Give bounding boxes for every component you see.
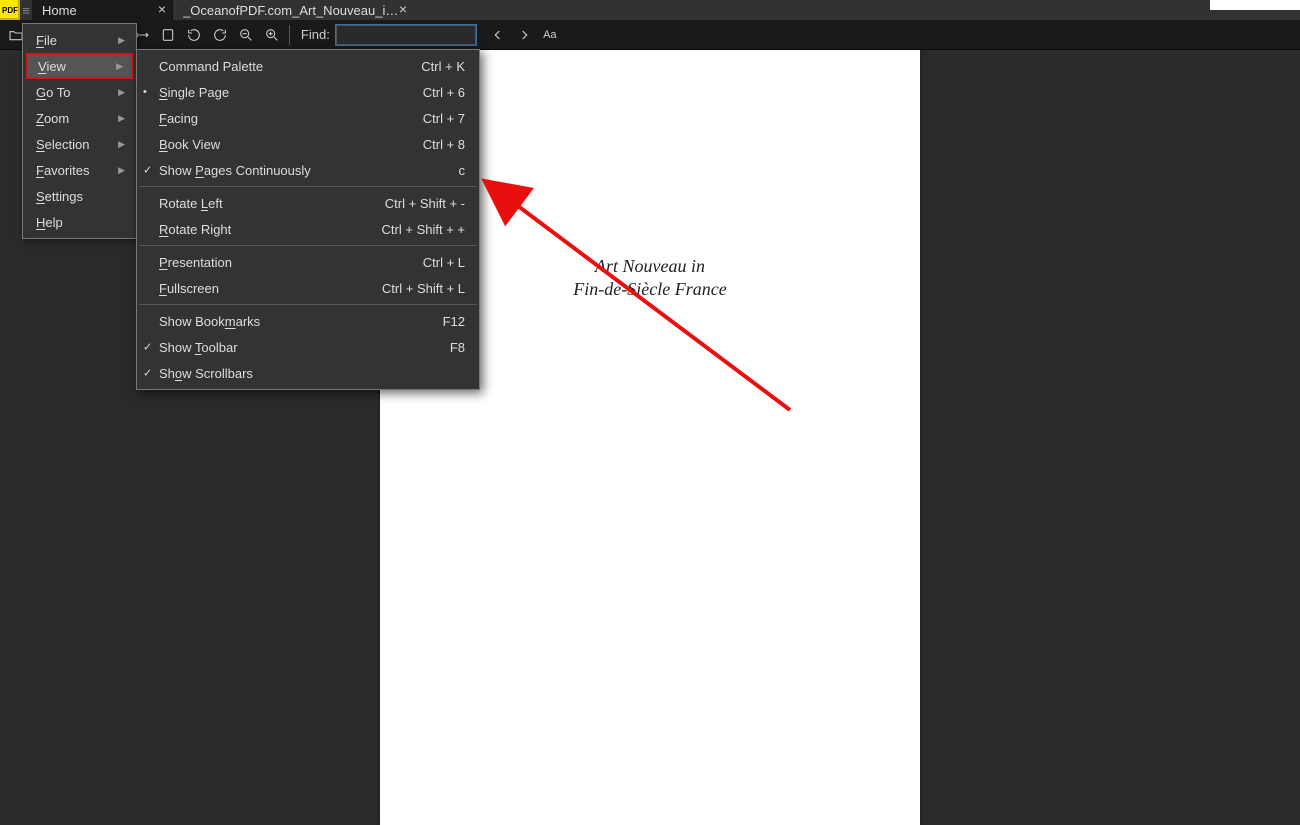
zoom-out-icon[interactable] xyxy=(234,23,258,47)
submenu-rotate-left[interactable]: Rotate Left Ctrl + Shift + - xyxy=(137,190,479,216)
check-icon: ✓ xyxy=(143,341,152,354)
submenu-label: Show Bookmarks xyxy=(159,314,260,329)
menu-separator xyxy=(139,304,477,305)
main-menu-dropdown: File▶View▶Go To▶Zoom▶Selection▶Favorites… xyxy=(22,23,137,239)
submenu-show-pages-continuously[interactable]: ✓ Show Pages Continuously c xyxy=(137,157,479,183)
fit-page-icon[interactable] xyxy=(156,23,180,47)
tab-home[interactable]: Home × xyxy=(32,0,172,20)
submenu-presentation[interactable]: Presentation Ctrl + L xyxy=(137,249,479,275)
tabbar: PDF ≡ Home × _OceanofPDF.com_Art_Nouveau… xyxy=(0,0,1300,20)
submenu-facing[interactable]: Facing Ctrl + 7 xyxy=(137,105,479,131)
submenu-label: Book View xyxy=(159,137,220,152)
menu-go-to[interactable]: Go To ▶ xyxy=(26,79,133,105)
submenu-rotate-right[interactable]: Rotate Right Ctrl + Shift + + xyxy=(137,216,479,242)
submenu-book-view[interactable]: Book View Ctrl + 8 xyxy=(137,131,479,157)
toolbar: / 444 Find: Aa xyxy=(0,20,1300,50)
submenu-show-bookmarks[interactable]: Show Bookmarks F12 xyxy=(137,308,479,334)
menu-file[interactable]: File ▶ xyxy=(26,27,133,53)
chevron-right-icon: ▶ xyxy=(118,113,125,124)
tab-home-label: Home xyxy=(42,3,77,18)
find-prev-icon[interactable] xyxy=(486,23,510,47)
menu-settings[interactable]: Settings xyxy=(26,183,133,209)
shortcut-label: Ctrl + Shift + L xyxy=(382,281,465,296)
submenu-label: Presentation xyxy=(159,255,232,270)
menu-zoom[interactable]: Zoom ▶ xyxy=(26,105,133,131)
chevron-right-icon: ▶ xyxy=(118,139,125,150)
find-input[interactable] xyxy=(336,25,476,45)
zoom-in-icon[interactable] xyxy=(260,23,284,47)
tab-document[interactable]: _OceanofPDF.com_Art_Nouveau_in_Fi… × xyxy=(172,0,413,20)
window-controls-strip xyxy=(1210,0,1300,10)
submenu-label: Rotate Right xyxy=(159,222,231,237)
submenu-label: Show Scrollbars xyxy=(159,366,253,381)
shortcut-label: Ctrl + Shift + - xyxy=(385,196,465,211)
toolbar-divider xyxy=(289,25,290,45)
shortcut-label: Ctrl + K xyxy=(421,59,465,74)
view-submenu: Command Palette Ctrl + K • Single Page Ctrl … xyxy=(136,49,480,390)
submenu-label: Fullscreen xyxy=(159,281,219,296)
shortcut-label: F8 xyxy=(450,340,465,355)
menu-label: Settings xyxy=(36,189,83,204)
shortcut-label: Ctrl + L xyxy=(423,255,465,270)
menu-label: File xyxy=(36,33,57,48)
chevron-right-icon: ▶ xyxy=(118,35,125,46)
submenu-command-palette[interactable]: Command Palette Ctrl + K xyxy=(137,53,479,79)
menu-view[interactable]: View ▶ xyxy=(26,53,133,79)
chevron-right-icon: ▶ xyxy=(118,165,125,176)
menu-label: Help xyxy=(36,215,63,230)
shortcut-label: Ctrl + 8 xyxy=(423,137,465,152)
shortcut-label: Ctrl + 6 xyxy=(423,85,465,100)
rotate-left-icon[interactable] xyxy=(182,23,206,47)
shortcut-label: Ctrl + 7 xyxy=(423,111,465,126)
submenu-show-scrollbars[interactable]: ✓ Show Scrollbars xyxy=(137,360,479,386)
app-icon: PDF xyxy=(0,0,20,20)
menu-help[interactable]: Help xyxy=(26,209,133,235)
menu-label: Favorites xyxy=(36,163,89,178)
document-title-line1: Art Nouveau in xyxy=(595,256,705,276)
check-icon: ✓ xyxy=(143,367,152,380)
chevron-right-icon: ▶ xyxy=(118,87,125,98)
submenu-label: Show Pages Continuously xyxy=(159,163,311,178)
submenu-label: Rotate Left xyxy=(159,196,223,211)
submenu-single-page[interactable]: • Single Page Ctrl + 6 xyxy=(137,79,479,105)
tab-document-label: _OceanofPDF.com_Art_Nouveau_in_Fi… xyxy=(183,3,403,18)
submenu-label: Single Page xyxy=(159,85,229,100)
bullet-icon: • xyxy=(143,86,147,98)
document-title-line2: Fin-de-Siècle France xyxy=(573,279,726,299)
menu-label: Selection xyxy=(36,137,89,152)
menu-label: Go To xyxy=(36,85,70,100)
shortcut-label: F12 xyxy=(443,314,465,329)
find-label: Find: xyxy=(295,27,334,42)
submenu-label: Show Toolbar xyxy=(159,340,238,355)
shortcut-label: Ctrl + Shift + + xyxy=(382,222,465,237)
close-icon[interactable]: × xyxy=(158,2,166,16)
rotate-right-icon[interactable] xyxy=(208,23,232,47)
submenu-label: Command Palette xyxy=(159,59,263,74)
menu-favorites[interactable]: Favorites ▶ xyxy=(26,157,133,183)
submenu-fullscreen[interactable]: Fullscreen Ctrl + Shift + L xyxy=(137,275,479,301)
menu-separator xyxy=(139,186,477,187)
menu-separator xyxy=(139,245,477,246)
chevron-right-icon: ▶ xyxy=(116,61,123,72)
close-icon[interactable]: × xyxy=(399,2,407,16)
submenu-show-toolbar[interactable]: ✓ Show Toolbar F8 xyxy=(137,334,479,360)
find-next-icon[interactable] xyxy=(512,23,536,47)
menu-selection[interactable]: Selection ▶ xyxy=(26,131,133,157)
check-icon: ✓ xyxy=(143,164,152,177)
match-case-icon[interactable]: Aa xyxy=(538,23,562,47)
menu-label: View xyxy=(38,59,66,74)
shortcut-label: c xyxy=(459,163,466,178)
tab-grip-icon[interactable]: ≡ xyxy=(20,0,32,20)
submenu-label: Facing xyxy=(159,111,198,126)
menu-label: Zoom xyxy=(36,111,69,126)
